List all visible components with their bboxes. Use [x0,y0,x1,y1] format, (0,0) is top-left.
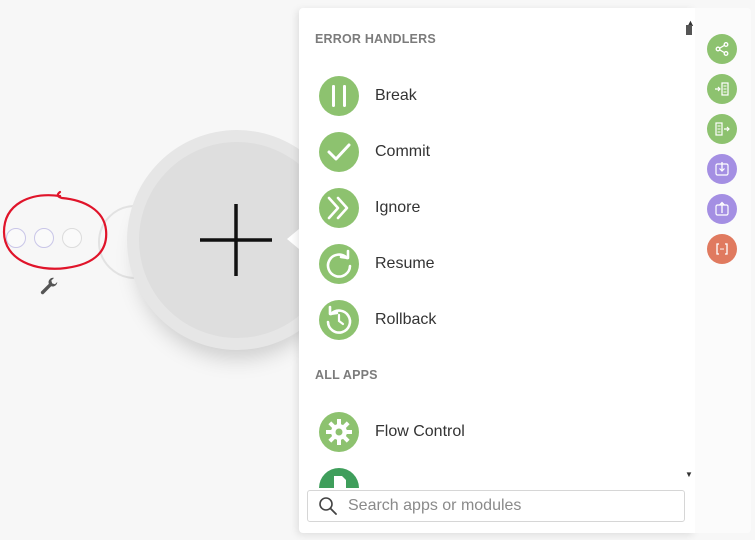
module-item-label: Rollback [375,311,437,328]
search-input[interactable] [346,496,670,516]
export-list-icon [715,122,730,136]
redo-icon [319,244,359,284]
module-picker-panel: ERROR HANDLERS Break Commit Ignore Resum… [299,8,695,533]
wrench-icon[interactable] [38,276,60,298]
brackets-button[interactable] [707,234,737,264]
search-icon [319,497,337,515]
module-item-flow-control[interactable]: Flow Control [319,412,465,452]
module-item-label: Flow Control [375,423,465,440]
scroll-down-arrow[interactable]: ▼ [685,470,693,479]
module-item-commit[interactable]: Commit [319,132,430,172]
pause-icon [319,76,359,116]
double-chevron-icon [319,188,359,228]
module-item-break[interactable]: Break [319,76,417,116]
panel-pointer [287,229,299,249]
module-item-label: Ignore [375,199,421,216]
plus-icon [200,204,272,276]
share-button[interactable] [707,34,737,64]
module-item-partial-icon[interactable] [319,468,359,488]
export-button[interactable] [707,114,737,144]
section-title-all-apps: ALL APPS [315,368,378,382]
module-item-resume[interactable]: Resume [319,244,435,284]
undo-icon [319,300,359,340]
right-toolbar [695,8,751,533]
check-icon [319,132,359,172]
search-box[interactable] [307,490,685,522]
upload-box-icon [715,201,729,216]
red-annotation-circle [2,190,108,270]
gear-icon [319,412,359,452]
section-title-error-handlers: ERROR HANDLERS [315,32,436,46]
module-item-rollback[interactable]: Rollback [319,300,436,340]
import-button[interactable] [707,74,737,104]
upload-button[interactable] [707,194,737,224]
brackets-icon [716,243,728,255]
import-list-icon [715,82,729,96]
scrollbar-thumb[interactable] [686,25,692,35]
module-item-label: Resume [375,255,435,272]
module-item-ignore[interactable]: Ignore [319,188,420,228]
module-item-label: Break [375,87,417,104]
share-icon [715,42,729,56]
module-item-label: Commit [375,143,431,160]
download-box-icon [715,162,729,176]
download-button[interactable] [707,154,737,184]
